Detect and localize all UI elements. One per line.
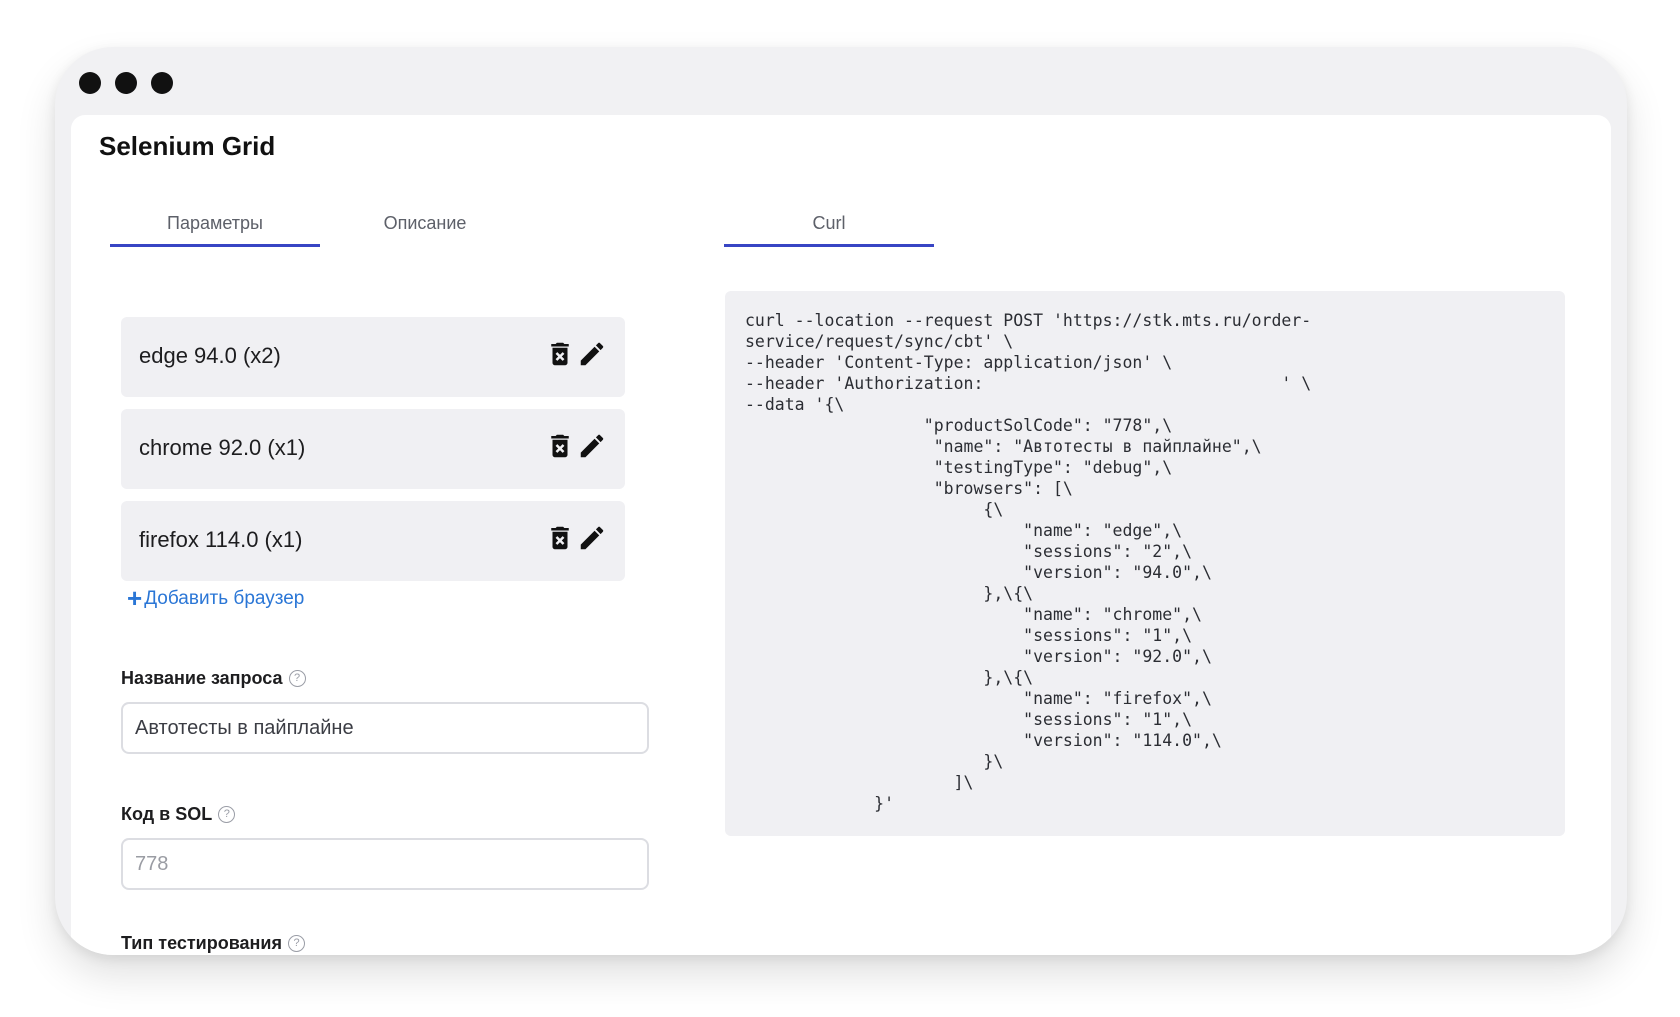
request-name-input[interactable] [121, 702, 649, 754]
delete-icon[interactable] [545, 431, 575, 461]
plus-icon: + [127, 583, 143, 613]
window-minimize-dot[interactable] [115, 72, 137, 94]
window-close-dot[interactable] [79, 72, 101, 94]
edit-icon[interactable] [577, 431, 607, 461]
tab-description[interactable]: Описание [320, 201, 530, 247]
request-name-label-row: Название запроса? [121, 668, 306, 689]
browser-item-chrome: chrome 92.0 (x1) [121, 409, 625, 489]
help-icon[interactable]: ? [288, 670, 306, 687]
edit-icon[interactable] [577, 523, 607, 553]
delete-icon[interactable] [545, 339, 575, 369]
curl-code-block: curl --location --request POST 'https://… [725, 291, 1565, 836]
delete-icon[interactable] [545, 523, 575, 553]
tab-curl[interactable]: Curl [724, 201, 934, 247]
app-window: Selenium Grid Параметры Описание Curl ed… [55, 47, 1627, 955]
help-icon[interactable]: ? [218, 806, 236, 823]
window-maximize-dot[interactable] [151, 72, 173, 94]
sol-code-label-row: Код в SOL? [121, 804, 236, 825]
main-panel: Selenium Grid Параметры Описание Curl ed… [71, 115, 1611, 955]
sol-code-label: Код в SOL [121, 804, 213, 824]
browser-item-firefox: firefox 114.0 (x1) [121, 501, 625, 581]
browser-item-label: chrome 92.0 (x1) [139, 435, 306, 460]
add-browser-label: Добавить браузер [144, 588, 305, 609]
add-browser-link[interactable]: + Добавить браузер [127, 583, 304, 614]
page-title: Selenium Grid [99, 131, 276, 161]
tab-parameters[interactable]: Параметры [110, 201, 320, 247]
browser-item-edge: edge 94.0 (x2) [121, 317, 625, 397]
edit-icon[interactable] [577, 339, 607, 369]
testing-type-label: Тип тестирования [121, 933, 282, 953]
testing-type-label-row: Тип тестирования? [121, 933, 305, 954]
help-icon[interactable]: ? [288, 935, 305, 952]
browser-item-label: firefox 114.0 (x1) [139, 527, 303, 552]
sol-code-input[interactable] [121, 838, 649, 890]
browser-item-label: edge 94.0 (x2) [139, 343, 281, 368]
request-name-label: Название запроса [121, 668, 283, 688]
curl-code-text: curl --location --request POST 'https://… [745, 311, 1312, 813]
